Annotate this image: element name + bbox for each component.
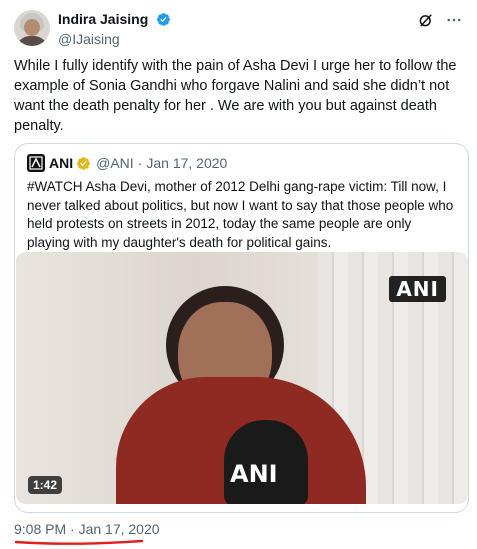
microphone-label: ANI [230,460,278,488]
quoted-author-name[interactable]: ANI [49,154,73,172]
meta-separator: · [137,155,143,171]
author-avatar[interactable] [14,10,50,46]
author-handle[interactable]: @IJaising [58,30,171,48]
video-player[interactable]: ANI ANI 1:42 [16,252,468,504]
video-duration-badge: 1:42 [28,476,63,494]
quoted-tweet-header: ANI @ANI · Jan 17, 2020 [27,154,227,172]
author-name-block: Indira Jaising @IJaising [58,11,171,48]
avatar-face [24,19,40,36]
tweet-text: While I fully identify with the pain of … [14,58,457,134]
red-underline-annotation [14,539,144,545]
ani-avatar-icon[interactable] [27,154,45,172]
avatar-body [16,36,48,46]
header-actions [417,11,463,29]
more-dots-icon[interactable] [445,11,463,29]
quoted-tweet-text: #WATCH Asha Devi, mother of 2012 Delhi g… [27,179,454,250]
quoted-tweet-card[interactable]: ANI @ANI · Jan 17, 2020 #WATCH Asha Devi… [14,143,469,513]
quoted-tweet-date[interactable]: Jan 17, 2020 [146,154,227,172]
author-display-name[interactable]: Indira Jaising [58,11,148,28]
tweet-timestamp[interactable]: 9:08 PM · Jan 17, 2020 [14,520,160,538]
tweet-header: Indira Jaising @IJaising [14,8,463,48]
grok-icon[interactable] [417,11,435,29]
video-watermark: ANI [389,276,446,302]
verified-badge-icon [156,13,170,27]
quoted-author-handle[interactable]: @ANI [96,154,134,172]
gold-verified-badge-icon [77,156,91,170]
ani-logo-mark-icon [29,156,43,170]
